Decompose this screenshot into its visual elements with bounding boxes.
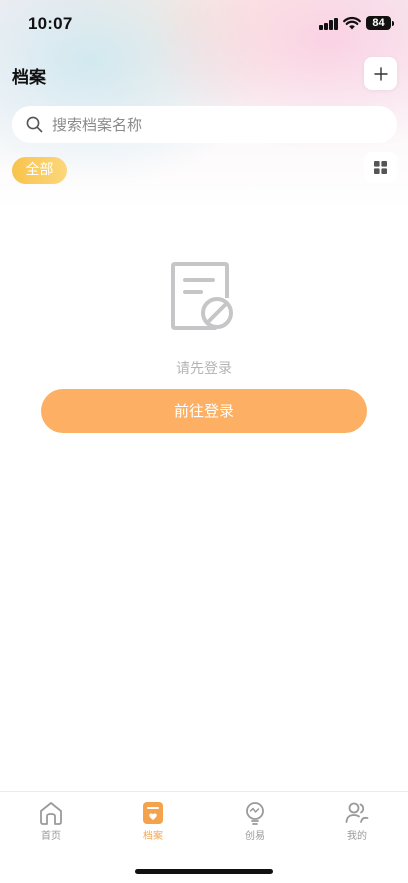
home-indicator — [135, 869, 273, 874]
tab-mine-label: 我的 — [347, 831, 367, 842]
search-icon — [26, 116, 43, 133]
status-bar: 10:07 84 — [0, 0, 408, 50]
add-button[interactable] — [364, 57, 397, 90]
plus-icon — [373, 66, 388, 81]
document-blocked-icon — [171, 262, 233, 330]
tab-mine[interactable]: 我的 — [306, 792, 408, 848]
tab-create[interactable]: 创易 — [204, 792, 306, 848]
bulb-icon — [246, 802, 264, 825]
filter-chip-all[interactable]: 全部 — [12, 157, 67, 184]
archive-icon — [143, 802, 163, 824]
grid-view-button[interactable] — [364, 152, 397, 183]
search-placeholder: 搜索档案名称 — [52, 116, 143, 134]
grid-icon — [374, 161, 387, 174]
tab-archive[interactable]: 档案 — [102, 792, 204, 848]
search-input[interactable]: 搜索档案名称 — [12, 106, 397, 143]
battery-icon: 84 — [366, 16, 394, 30]
status-time: 10:07 — [28, 14, 73, 33]
tab-archive-label: 档案 — [143, 831, 163, 842]
cellular-signal-icon — [319, 17, 339, 30]
empty-state-message: 请先登录 — [176, 361, 232, 377]
page-title: 档案 — [12, 68, 46, 88]
login-button[interactable]: 前往登录 — [41, 389, 367, 433]
wifi-icon — [343, 17, 361, 30]
home-icon — [40, 802, 62, 825]
users-icon — [345, 802, 369, 823]
tab-home-label: 首页 — [41, 831, 61, 842]
tab-home[interactable]: 首页 — [0, 792, 102, 848]
tab-create-label: 创易 — [245, 831, 265, 842]
